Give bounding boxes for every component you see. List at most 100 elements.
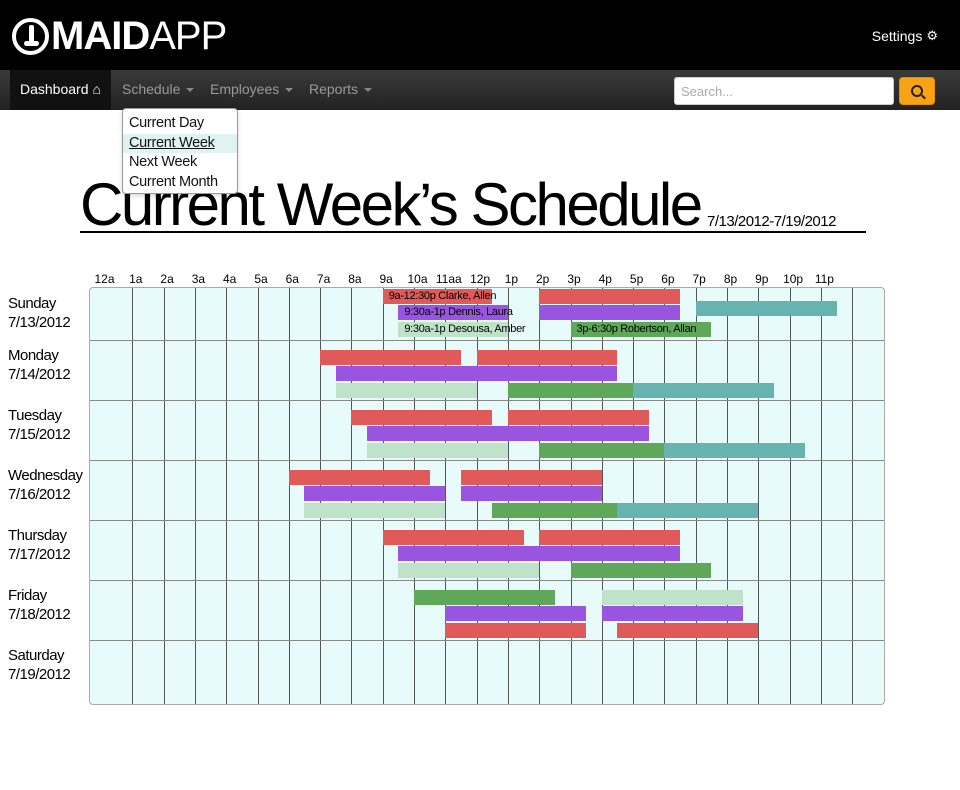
day-name: Saturday [8,647,65,664]
hour-gridline [820,288,822,704]
day-gridline [90,520,884,521]
day-label: Sunday 7/13/2012 [8,294,71,332]
shift-bar[interactable] [288,470,430,485]
day-label: Wednesday 7/16/2012 [8,466,83,504]
nav-item-dashboard[interactable]: Dashboard ⌂ [10,70,111,110]
hour-gridline [664,288,666,704]
menu-item-label: Current Week [129,134,215,151]
shift-bar[interactable] [539,442,681,458]
date-range: 7/13/2012-7/19/2012 [707,213,836,230]
day-gridline [90,340,884,341]
nav-item-employees[interactable]: Employees [210,70,294,110]
hour-label: 11p [814,272,834,286]
day-date: 7/16/2012 [8,486,71,503]
shift-bar[interactable]: 9:30a-1p Dennis, Laura [398,305,513,321]
shift-bar[interactable] [601,590,743,605]
shift-bar[interactable] [476,366,618,382]
day-name: Thursday [8,527,67,544]
hour-gridline [633,288,635,704]
shift-bar[interactable] [507,426,649,442]
shift-bar[interactable] [335,366,477,382]
shift-bar[interactable] [460,470,602,485]
top-bar: MAID APP Settings ⚙ [0,0,960,70]
day-date: 7/15/2012 [8,426,71,443]
title-divider [80,231,866,233]
day-gridline [90,400,884,401]
nav-item-schedule[interactable]: Schedule [122,70,195,110]
hour-gridline [132,288,134,704]
shift-bar[interactable] [617,622,759,638]
shift-bar[interactable] [320,350,461,365]
caret-down-icon [285,88,294,93]
nav-item-label: Employees [210,81,280,97]
search-icon [911,85,923,97]
shift-bar[interactable] [382,530,524,545]
shift-bar[interactable] [398,546,540,562]
settings-link[interactable]: Settings ⚙ [872,28,938,44]
day-name: Wednesday [8,467,83,484]
hour-gridline [194,288,196,704]
shift-bar[interactable] [695,301,837,317]
menu-item-current-month[interactable]: Current Month [123,173,237,193]
search-input[interactable] [674,77,894,105]
shift-bar[interactable] [539,530,681,545]
shift-bar[interactable] [507,382,649,398]
menu-item-current-week[interactable]: Current Week [123,133,237,153]
day-name: Tuesday [8,407,62,424]
shift-bar[interactable] [539,289,681,304]
shift-bar[interactable] [304,486,446,502]
settings-label: Settings [871,28,923,44]
shift-bar[interactable] [617,502,759,518]
shift-bar[interactable] [539,305,681,321]
shift-bar[interactable]: 9:30a-1p Desousa, Amber [398,321,526,337]
day-date: 7/18/2012 [8,606,71,623]
shift-bar[interactable] [445,606,587,622]
shift-bar[interactable] [351,410,493,425]
day-name: Friday [8,587,47,604]
day-name: Monday [8,347,59,364]
shift-bar[interactable] [476,350,618,365]
shift-bar[interactable] [601,606,743,622]
hour-gridline [163,288,165,704]
logo-text-bold: MAID [51,13,150,58]
shift-bar[interactable] [664,442,806,458]
shift-bar[interactable] [335,382,477,398]
hour-gridline [727,288,728,704]
shift-bar[interactable] [460,486,602,502]
hour-gridline [852,288,854,704]
main-nav: Dashboard ⌂ Schedule Employees Reports [0,70,960,110]
shift-bar[interactable] [304,502,446,518]
shift-bar[interactable] [570,562,712,578]
search-button[interactable] [899,77,935,105]
shift-bar[interactable] [539,546,681,562]
shift-bar[interactable] [367,442,508,458]
app-logo[interactable]: MAID APP [12,13,227,58]
menu-item-label: Next Week [129,154,197,170]
hour-gridline [789,288,791,704]
shift-bar[interactable] [492,502,634,518]
menu-item-current-day[interactable]: Current Day [123,114,237,134]
caret-down-icon [364,88,373,93]
day-label: Thursday 7/17/2012 [8,526,71,564]
shift-bar[interactable]: 3p-6:30p Robertson, Allan [570,321,712,337]
hour-gridline [257,288,259,704]
schedule-grid: 9a-12:30p Clarke, Allen 9:30a-1p Dennis, … [89,287,885,705]
day-label: Tuesday 7/15/2012 [8,406,71,444]
shift-bar[interactable] [445,622,587,638]
day-label: Friday 7/18/2012 [8,586,71,624]
day-date: 7/17/2012 [8,546,71,563]
shift-bar[interactable] [414,590,555,605]
nav-item-reports[interactable]: Reports [309,70,373,110]
nav-item-label: Dashboard [20,81,89,97]
shift-bar[interactable] [633,382,774,398]
shift-bar[interactable] [367,426,508,442]
day-name: Sunday [8,295,56,312]
day-date: 7/13/2012 [8,314,71,331]
day-label: Saturday 7/19/2012 [8,646,71,684]
menu-item-next-week[interactable]: Next Week [123,153,237,173]
shift-bar[interactable]: 9a-12:30p Clarke, Allen [382,289,496,304]
hour-gridline [758,288,760,704]
day-date: 7/19/2012 [8,666,71,683]
shift-bar[interactable] [398,562,540,578]
shift-bar[interactable] [507,410,649,425]
